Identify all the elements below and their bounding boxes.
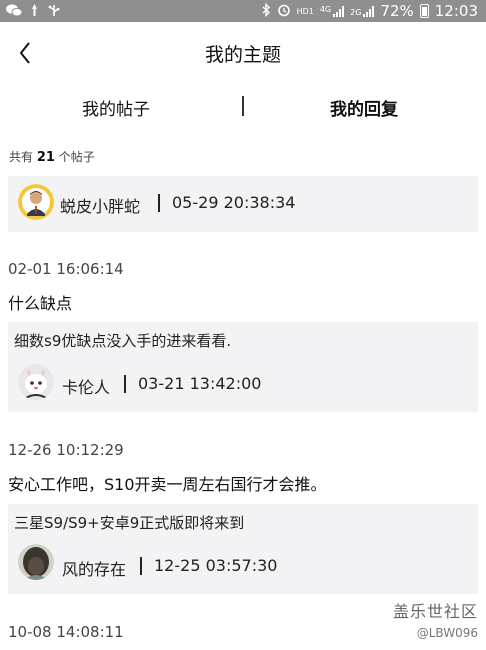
watermark-brand: 盖乐世社区 xyxy=(392,602,478,621)
separator xyxy=(158,194,160,212)
reply-text[interactable]: 什么缺点 xyxy=(8,290,72,314)
quoted-timestamp: 12-25 03:57:30 xyxy=(154,556,278,575)
avatar[interactable] xyxy=(18,544,54,580)
header: 我的主题 xyxy=(0,22,486,86)
reply-date: 10-08 14:08:11 xyxy=(8,623,124,641)
quoted-author-name[interactable]: 卡伦人 xyxy=(62,374,110,398)
tab-divider xyxy=(242,96,244,116)
signal-4g-icon: 4G xyxy=(320,5,345,17)
tab-my-replies[interactable]: 我的回复 xyxy=(330,95,398,120)
reply-text[interactable]: 安心工作吧，S10开卖一周左右国行才会推。 xyxy=(8,471,327,495)
quoted-post-card[interactable]: 三星S9/S9+安卓9正式版即将来到 风的存在 12-25 03:57:30 xyxy=(8,504,478,594)
status-bar: HD1 4G 2G 72% 12:03 xyxy=(0,0,486,22)
status-bar-right: HD1 4G 2G 72% 12:03 xyxy=(262,2,478,20)
post-count: 共有 21 个帖子 xyxy=(9,150,95,165)
avatar[interactable] xyxy=(18,364,54,400)
wechat-icon xyxy=(6,3,23,19)
notification-icon xyxy=(29,3,40,19)
watermark-handle: @LBW096 xyxy=(416,626,478,640)
author-card[interactable]: 蜕皮小胖蛇 05-29 20:38:34 xyxy=(8,176,478,232)
separator xyxy=(124,375,126,393)
quoted-post-title[interactable]: 细数s9优缺点没入手的进来看看. xyxy=(14,330,231,351)
post-count-number: 21 xyxy=(36,150,55,165)
quoted-post-title[interactable]: 三星S9/S9+安卓9正式版即将来到 xyxy=(14,512,244,533)
quoted-author-name[interactable]: 风的存在 xyxy=(62,556,126,580)
hd-icon: HD1 xyxy=(296,6,314,16)
reply-date: 12-26 10:12:29 xyxy=(8,441,124,459)
separator xyxy=(140,557,142,575)
status-bar-left xyxy=(6,3,61,19)
watermark: 盖乐世社区 @LBW096 xyxy=(393,598,478,640)
battery-icon xyxy=(419,4,429,18)
tab-my-posts[interactable]: 我的帖子 xyxy=(82,95,150,120)
bluetooth-icon xyxy=(262,2,271,19)
alarm-icon xyxy=(277,3,291,19)
page-title: 我的主题 xyxy=(204,44,281,66)
quoted-timestamp: 03-21 13:42:00 xyxy=(138,374,262,393)
post-timestamp: 05-29 20:38:34 xyxy=(172,193,296,212)
clock: 12:03 xyxy=(434,2,478,20)
tab-bar: 我的帖子 我的回复 xyxy=(0,86,486,130)
author-name[interactable]: 蜕皮小胖蛇 xyxy=(60,193,140,217)
signal-2g-icon: 2G xyxy=(350,5,375,17)
usb-icon xyxy=(47,4,61,19)
avatar[interactable] xyxy=(18,184,54,220)
reply-date: 02-01 16:06:14 xyxy=(8,260,124,278)
quoted-post-card[interactable]: 细数s9优缺点没入手的进来看看. 卡伦人 03-21 13:42:00 xyxy=(8,322,478,412)
battery-percent: 72% xyxy=(380,2,414,20)
